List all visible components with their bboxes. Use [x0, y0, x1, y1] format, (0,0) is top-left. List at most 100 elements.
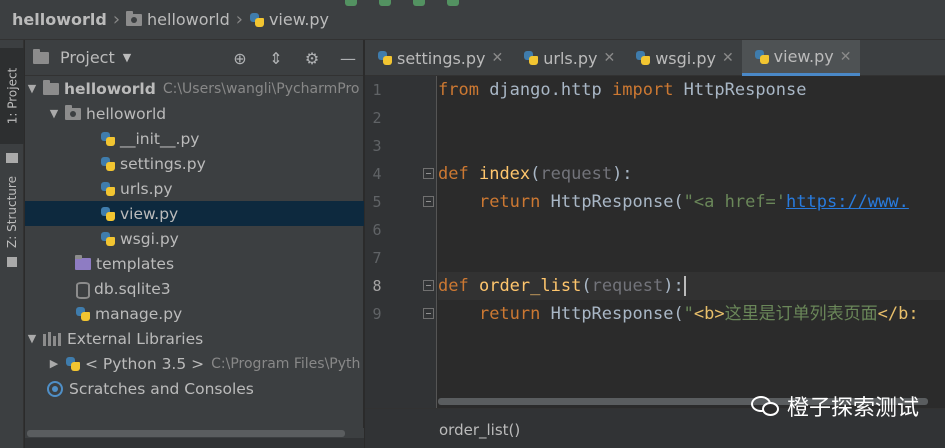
structure-tool-tab[interactable]: Z: Structure: [0, 172, 24, 252]
tree-item-label: < Python 3.5 >: [85, 354, 205, 373]
toolbar-fragment: [345, 0, 459, 8]
tree-item-label: External Libraries: [67, 329, 204, 348]
tree-item-helloworld-root[interactable]: ▼ helloworld C:\Users\wangli\PycharmPro: [25, 76, 364, 101]
editor-gutter[interactable]: 1 2 3 4 5 6 7 8 9: [365, 76, 437, 408]
tree-item-external-libraries[interactable]: ▼ External Libraries: [25, 326, 364, 351]
keyword-import: import: [612, 80, 674, 100]
tab-label: view.py: [773, 47, 834, 66]
keyword-def: def: [438, 276, 469, 296]
tree-item-manage-py[interactable]: manage.py: [25, 301, 364, 326]
string-text: 这里是订单列表页面: [724, 304, 878, 324]
tree-item-python-sdk[interactable]: ▶ < Python 3.5 > C:\Program Files\Pyth: [25, 351, 364, 376]
python-file-icon: [100, 231, 116, 247]
fold-marker-icon[interactable]: [423, 280, 434, 291]
tree-item-scratches[interactable]: Scratches and Consoles: [25, 376, 364, 401]
python-file-icon: [100, 156, 116, 172]
tree-item-label: helloworld: [86, 104, 167, 123]
libraries-icon: [43, 331, 61, 346]
close-icon[interactable]: ✕: [840, 49, 852, 65]
project-view-selector[interactable]: Project: [60, 48, 115, 67]
keyword-return: return: [478, 304, 541, 324]
project-horizontal-scrollbar[interactable]: [25, 428, 364, 438]
run-icon[interactable]: [345, 0, 357, 6]
navigation-bar: helloworld › helloworld › view.py: [0, 0, 945, 40]
tree-item-label: templates: [96, 254, 175, 273]
hide-icon[interactable]: —: [339, 49, 357, 68]
tree-item-init-py[interactable]: __init__.py: [25, 126, 364, 151]
code-line-5[interactable]: return HttpResponse("<a href='https://ww…: [438, 188, 909, 216]
debug-icon[interactable]: [379, 0, 391, 6]
tab-label: settings.py: [397, 48, 486, 68]
keyword-return: return: [478, 192, 541, 212]
string-quote: ": [683, 304, 694, 324]
collapsed-arrow-icon[interactable]: ▶: [47, 357, 61, 370]
fold-marker-icon[interactable]: [423, 308, 434, 319]
close-icon[interactable]: ✕: [603, 50, 615, 66]
collapse-all-icon[interactable]: ⇕: [267, 49, 285, 68]
tree-item-settings-py[interactable]: settings.py: [25, 151, 364, 176]
tree-item-label: db.sqlite3: [94, 279, 171, 298]
close-icon[interactable]: ✕: [722, 50, 734, 66]
tree-item-label: view.py: [120, 204, 179, 223]
current-function-breadcrumb[interactable]: order_list(): [439, 421, 520, 439]
tree-item-label: __init__.py: [120, 129, 200, 148]
expanded-arrow-icon[interactable]: ▼: [25, 82, 39, 95]
tab-view-py[interactable]: view.py ✕: [741, 40, 860, 76]
tool-window-stripe: 1: Project Z: Structure: [0, 40, 24, 448]
tree-item-templates[interactable]: templates: [25, 251, 364, 276]
breadcrumb-folder[interactable]: helloworld: [126, 10, 230, 29]
fold-marker-icon[interactable]: [423, 168, 434, 179]
python-file-icon: [249, 12, 265, 28]
tab-settings-py[interactable]: settings.py ✕: [365, 40, 511, 76]
locate-file-icon[interactable]: ⊕: [231, 49, 249, 68]
tab-urls-py[interactable]: urls.py ✕: [511, 40, 623, 76]
expanded-arrow-icon[interactable]: ▼: [47, 107, 61, 120]
scrollbar-thumb[interactable]: [27, 430, 345, 437]
code-editor[interactable]: 1 2 3 4 5 6 7 8 9 from django.http impor…: [365, 76, 945, 448]
gear-icon[interactable]: ⚙: [303, 49, 321, 68]
line-number: 4: [372, 165, 382, 183]
python-file-icon: [377, 50, 393, 66]
folder-icon: [126, 10, 143, 26]
call-expression: HttpResponse(: [540, 192, 684, 212]
python-file-icon: [523, 50, 539, 66]
text-cursor: [683, 276, 686, 296]
bottom-tool-strip: [25, 438, 364, 448]
html-tag-open: <b>: [693, 304, 725, 324]
function-name: order_list: [478, 276, 582, 296]
project-panel-header: Project ▼ ⊕ ⇕ ⚙ —: [25, 40, 363, 76]
tree-item-wsgi-py[interactable]: wsgi.py: [25, 226, 364, 251]
line-number: 6: [372, 221, 382, 239]
tree-item-helloworld-package[interactable]: ▼ helloworld: [25, 101, 364, 126]
project-tool-tab[interactable]: 1: Project: [0, 48, 24, 144]
python-file-icon: [75, 306, 91, 322]
scratches-icon: [47, 380, 63, 397]
coverage-icon[interactable]: [413, 0, 425, 6]
url-link[interactable]: https://www.: [786, 192, 909, 212]
code-line-4[interactable]: def index(request):: [438, 160, 633, 188]
code-line-8[interactable]: def order_list(request):: [438, 272, 945, 300]
expanded-arrow-icon[interactable]: ▼: [25, 332, 39, 345]
profile-icon[interactable]: [447, 0, 459, 6]
paren-close: ):: [612, 164, 633, 184]
close-icon[interactable]: ✕: [492, 50, 504, 66]
chevron-right-icon: ›: [235, 9, 243, 30]
chevron-down-icon[interactable]: ▼: [123, 51, 131, 64]
fold-marker-icon[interactable]: [423, 196, 434, 207]
tree-item-view-py[interactable]: view.py: [25, 201, 364, 226]
tree-item-db-sqlite3[interactable]: db.sqlite3: [25, 276, 364, 301]
editor-tabs: settings.py ✕ urls.py ✕ wsgi.py ✕ view.p…: [365, 40, 945, 76]
tree-item-label: urls.py: [120, 179, 173, 198]
project-panel-tools: ⊕ ⇕ ⚙ —: [231, 49, 357, 68]
breadcrumb-project[interactable]: helloworld: [12, 10, 107, 29]
code-line-1[interactable]: from django.http import HttpResponse: [438, 76, 807, 104]
tree-item-path: C:\Program Files\Pyth: [211, 355, 361, 372]
package-folder-icon: [65, 104, 81, 120]
project-view-icon: [33, 48, 49, 64]
line-number: 1: [372, 81, 382, 99]
breadcrumb-file[interactable]: view.py: [249, 10, 329, 29]
code-line-9[interactable]: return HttpResponse("<b>这里是订单列表页面</b:: [438, 300, 919, 328]
python-file-icon: [100, 131, 116, 147]
tab-wsgi-py[interactable]: wsgi.py ✕: [623, 40, 741, 76]
tree-item-urls-py[interactable]: urls.py: [25, 176, 364, 201]
